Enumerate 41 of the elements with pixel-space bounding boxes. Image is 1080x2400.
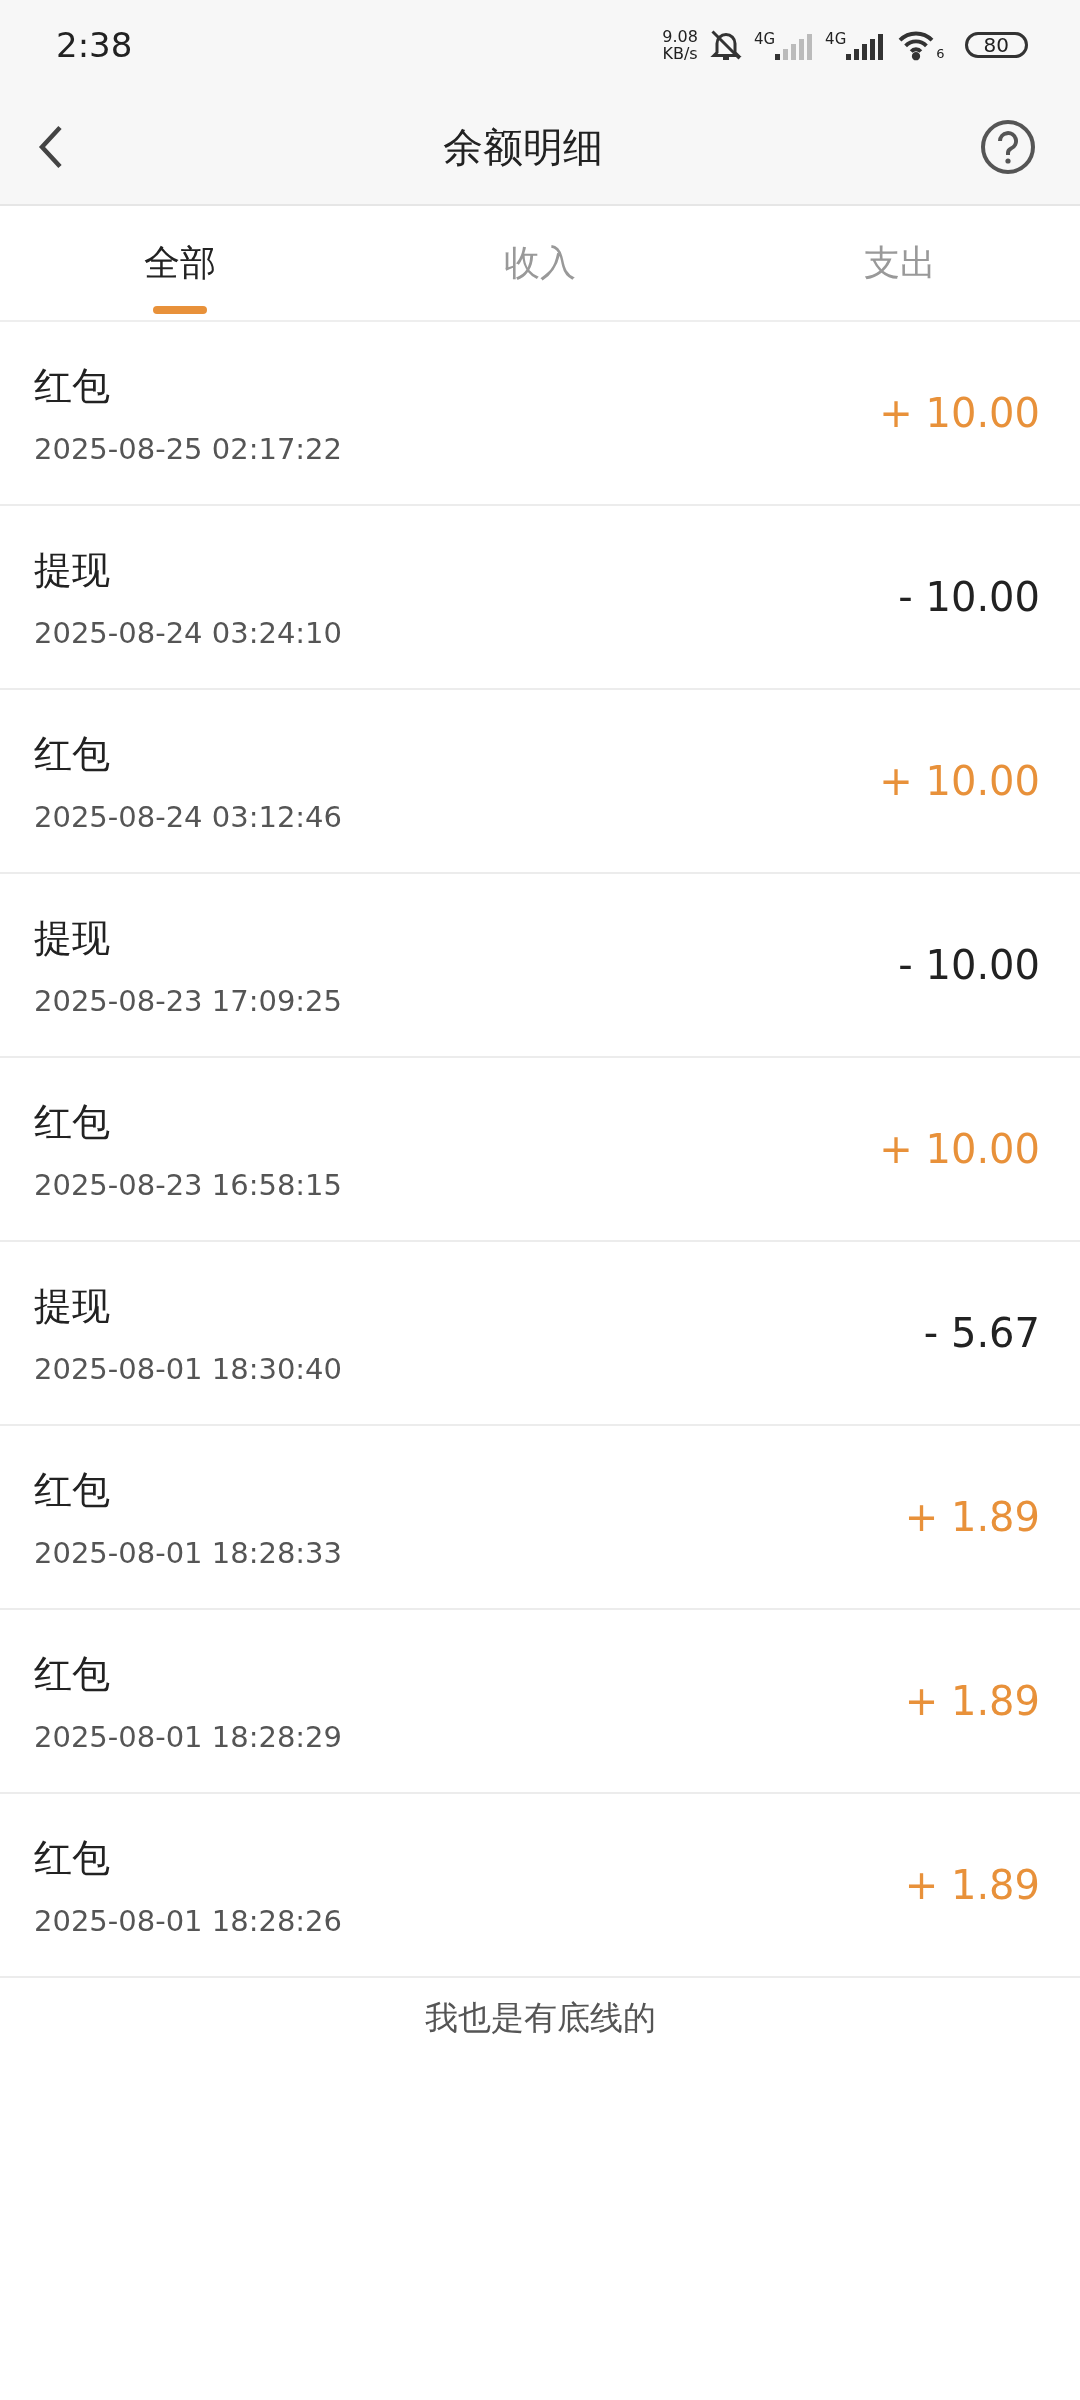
network-type: 4G bbox=[825, 30, 847, 48]
network-type: 4G bbox=[753, 30, 776, 48]
record-time: 2025-08-01 18:30:40 bbox=[34, 1351, 342, 1386]
record-amount: + 10.00 bbox=[879, 1126, 1040, 1172]
network-speed: KB/s bbox=[662, 45, 698, 62]
tab-indicator bbox=[153, 306, 207, 314]
page-title: 余额明细 bbox=[443, 122, 603, 172]
help-icon[interactable] bbox=[980, 119, 1036, 175]
record-time: 2025-08-01 18:28:33 bbox=[34, 1535, 342, 1570]
record-amount: - 10.00 bbox=[898, 942, 1040, 988]
record-time: 2025-08-23 17:09:25 bbox=[34, 983, 342, 1018]
record-amount: + 10.00 bbox=[879, 390, 1040, 436]
battery-indicator: 80 bbox=[964, 32, 1028, 58]
record-time: 2025-08-25 02:17:22 bbox=[34, 431, 342, 466]
record-time: 2025-08-01 18:28:29 bbox=[34, 1719, 342, 1754]
record-time: 2025-08-24 03:24:10 bbox=[34, 615, 342, 650]
network-speed: 9.08 bbox=[662, 28, 698, 45]
record-amount: - 10.00 bbox=[898, 574, 1040, 620]
end-of-list-text: 我也是有底线的 bbox=[424, 1998, 656, 2037]
record-title: 提现 bbox=[34, 914, 111, 962]
record-title: 提现 bbox=[34, 546, 111, 594]
record-amount: + 1.89 bbox=[904, 1678, 1040, 1724]
record-amount: + 1.89 bbox=[904, 1494, 1040, 1540]
record-time: 2025-08-01 18:28:26 bbox=[34, 1903, 342, 1938]
record-amount: + 10.00 bbox=[879, 758, 1040, 804]
record-title: 红包 bbox=[34, 1650, 111, 1698]
record-title: 红包 bbox=[34, 730, 111, 778]
filter-tab[interactable]: 全部 bbox=[0, 206, 360, 320]
clock-time: 2:38 bbox=[56, 25, 133, 65]
record-amount: - 5.67 bbox=[923, 1310, 1040, 1356]
record-title: 红包 bbox=[34, 362, 111, 410]
record-time: 2025-08-23 16:58:15 bbox=[34, 1167, 342, 1202]
record-title: 提现 bbox=[34, 1282, 111, 1330]
record-title: 红包 bbox=[34, 1098, 111, 1146]
filter-tab[interactable]: 收入 bbox=[360, 206, 720, 320]
wifi-label: 6 bbox=[936, 46, 945, 61]
record-title: 红包 bbox=[34, 1834, 111, 1882]
record-time: 2025-08-24 03:12:46 bbox=[34, 799, 342, 834]
filter-tab[interactable]: 支出 bbox=[720, 206, 1080, 320]
record-amount: + 1.89 bbox=[904, 1862, 1040, 1908]
record-title: 红包 bbox=[34, 1466, 111, 1514]
